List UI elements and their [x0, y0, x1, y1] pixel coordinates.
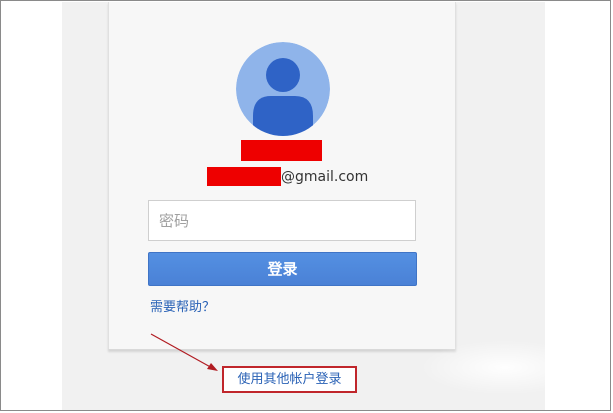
signin-button[interactable]: 登录 — [148, 252, 417, 286]
person-avatar-icon — [236, 42, 330, 136]
redacted-name — [241, 140, 322, 161]
other-account-link[interactable]: 使用其他帐户登录 — [224, 368, 355, 391]
help-link[interactable]: 需要帮助？ — [150, 296, 215, 315]
password-input[interactable] — [148, 200, 416, 241]
avatar — [236, 42, 330, 136]
email-suffix: @gmail.com — [281, 169, 369, 185]
watermark-blur — [420, 340, 590, 395]
other-account-highlight: 使用其他帐户登录 — [222, 366, 357, 393]
redacted-email-user — [207, 167, 281, 186]
